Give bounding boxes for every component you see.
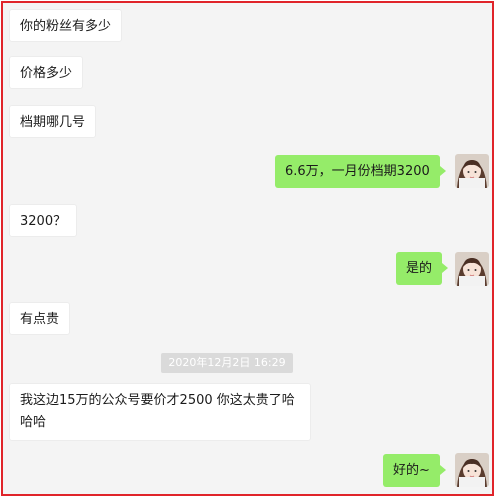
message-bubble-left[interactable]: 档期哪几号 [9, 105, 97, 138]
message-bubble-right[interactable]: 好的~ [383, 454, 446, 487]
girl-avatar-icon[interactable] [455, 252, 489, 286]
timestamp-label: 2020年12月2日 16:29 [161, 353, 293, 373]
message-bubble-left[interactable]: 价格多少 [9, 56, 84, 89]
message-bubble-right[interactable]: 是的 [396, 252, 449, 285]
message-bubble-left[interactable]: 你的粉丝有多少 [9, 9, 123, 42]
chat-window: 你的粉丝有多少 价格多少 档期哪几号 6.6万，一月份档期3200 3200？ … [1, 1, 494, 496]
girl-avatar-icon[interactable] [455, 453, 489, 487]
girl-avatar-icon[interactable] [455, 154, 489, 188]
message-bubble-left[interactable]: 有点贵 [9, 302, 71, 335]
message-bubble-left[interactable]: 我这边15万的公众号要价才2500 你这太贵了哈哈哈 [9, 383, 311, 441]
message-bubble-left[interactable]: 3200？ [9, 204, 78, 237]
message-bubble-right[interactable]: 6.6万，一月份档期3200 [275, 155, 446, 188]
